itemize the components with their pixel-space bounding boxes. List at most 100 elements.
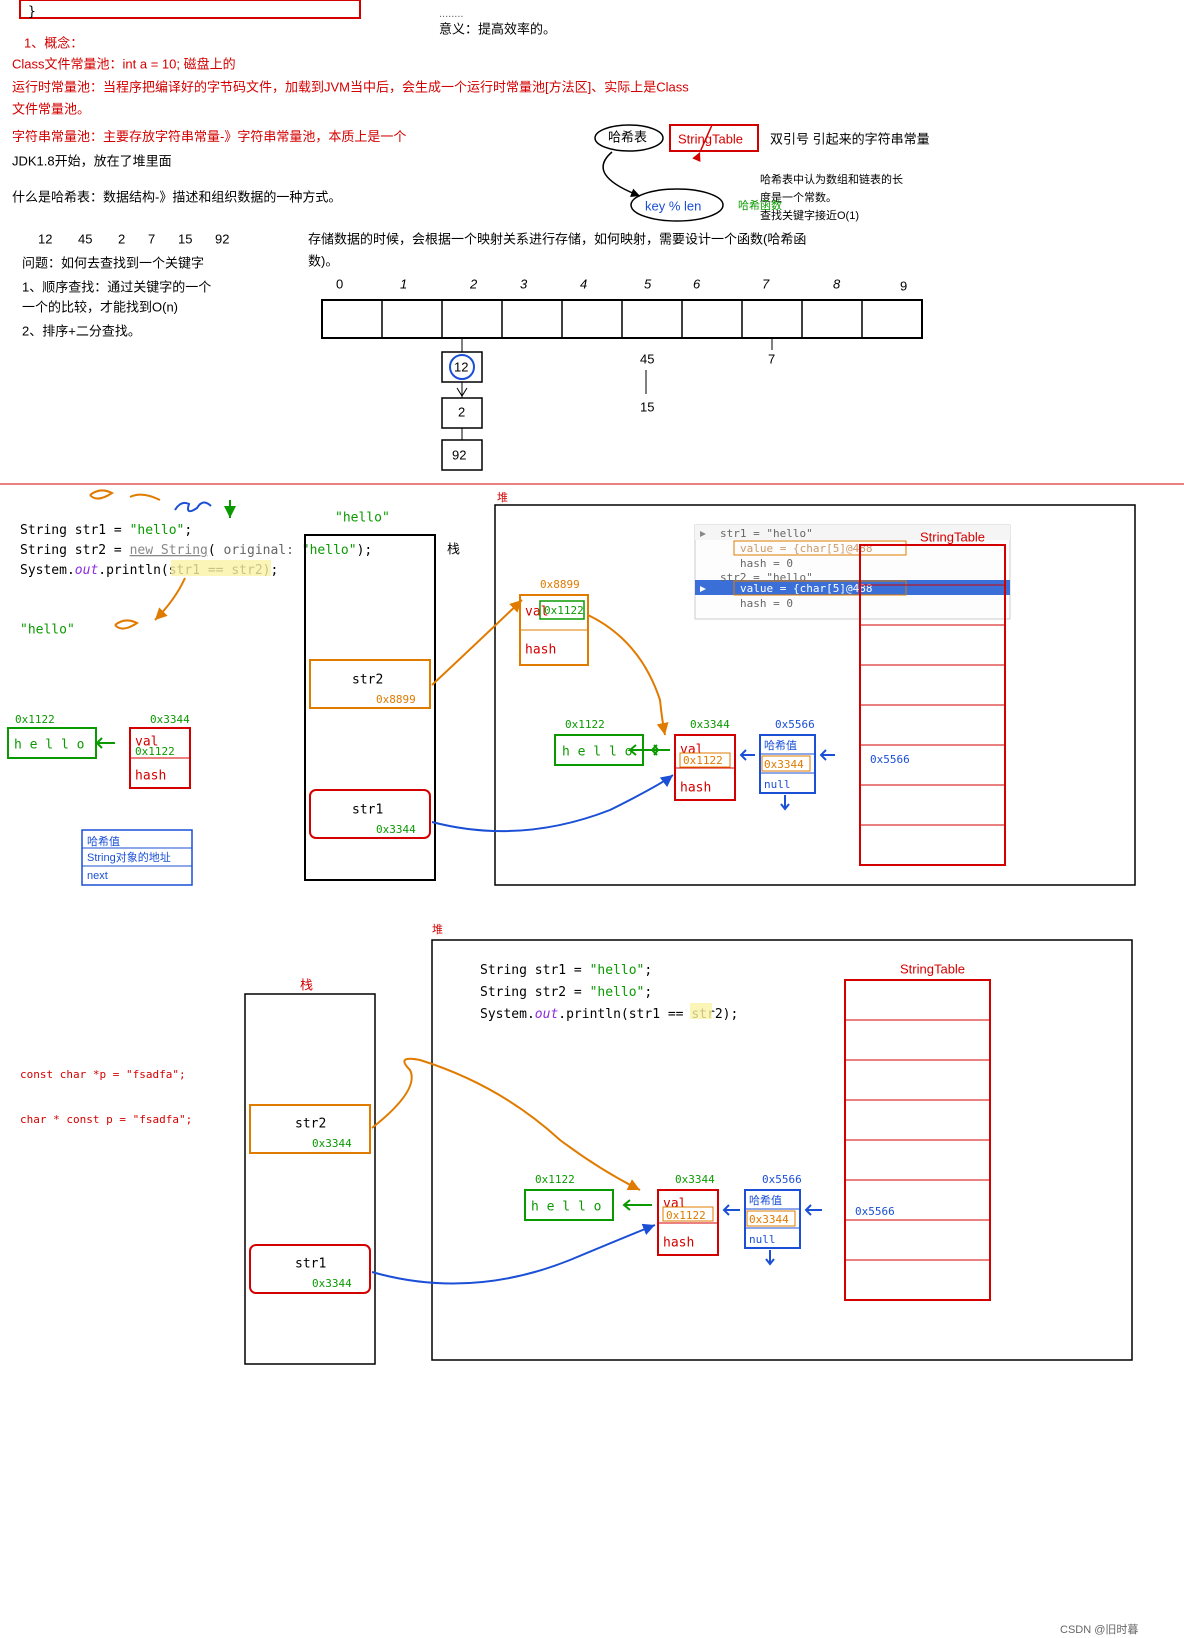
svg-text:字符串常量池：主要存放字符串常量-》字符串常量池，本质上是一: 字符串常量池：主要存放字符串常量-》字符串常量池，本质上是一个 <box>12 129 406 144</box>
svg-text:0x1122: 0x1122 <box>535 1173 575 1186</box>
svg-text:8: 8 <box>833 276 841 291</box>
dots: ........ <box>439 8 463 20</box>
svg-text:null: null <box>764 778 791 791</box>
svg-text:0x5566: 0x5566 <box>762 1173 802 1186</box>
svg-text:2: 2 <box>118 231 125 246</box>
svg-text:StringTable: StringTable <box>900 961 965 976</box>
svg-text:0x5566: 0x5566 <box>775 718 815 731</box>
svg-text:0x3344: 0x3344 <box>749 1213 789 1226</box>
svg-text:key % len: key % len <box>645 198 701 213</box>
svg-text:6: 6 <box>693 276 701 291</box>
svg-text:5: 5 <box>644 276 652 291</box>
svg-text:0x8899: 0x8899 <box>540 578 580 591</box>
svg-text:0x3344: 0x3344 <box>312 1277 352 1290</box>
svg-text:0x3344: 0x3344 <box>690 718 730 731</box>
svg-text:0x3344: 0x3344 <box>675 1173 715 1186</box>
svg-text:哈希值: 哈希值 <box>764 738 797 752</box>
svg-text:2、排序+二分查找。: 2、排序+二分查找。 <box>22 323 141 338</box>
svg-text:存储数据的时候，会根据一个映射关系进行存储，如何映射，需要设: 存储数据的时候，会根据一个映射关系进行存储，如何映射，需要设计一个函数(哈希函 <box>308 231 806 246</box>
svg-text:String str1 = "hello";: String str1 = "hello"; <box>480 963 652 978</box>
svg-text:str1: str1 <box>295 1257 326 1272</box>
svg-text:7: 7 <box>762 276 770 291</box>
svg-text:0x1122: 0x1122 <box>544 604 584 617</box>
svg-text:0x3344: 0x3344 <box>150 713 190 726</box>
svg-text:15: 15 <box>640 399 654 414</box>
svg-text:0x3344: 0x3344 <box>764 758 804 771</box>
svg-text:双引号 引起来的字符串常量: 双引号 引起来的字符串常量 <box>770 131 930 146</box>
svg-text:哈希值: 哈希值 <box>87 834 120 848</box>
str2-lbl: str2 <box>352 673 383 688</box>
hash-arrow <box>603 152 640 196</box>
svg-text:0x1122: 0x1122 <box>683 754 723 767</box>
svg-text:2: 2 <box>469 276 478 291</box>
svg-text:0x8899: 0x8899 <box>376 693 416 706</box>
red-box-top <box>20 0 360 18</box>
svg-text:hash: hash <box>135 769 166 784</box>
svg-text:0x1122: 0x1122 <box>15 713 55 726</box>
svg-text:String str2 = "hello";: String str2 = "hello"; <box>480 985 652 1000</box>
svg-text:3: 3 <box>520 276 528 291</box>
svg-text:堆: 堆 <box>432 923 443 936</box>
svg-text:h e l l o: h e l l o <box>14 738 84 753</box>
svg-text:1、概念：: 1、概念： <box>24 35 83 50</box>
svg-text:1、顺序查找：通过关键字的一个: 1、顺序查找：通过关键字的一个 <box>22 279 211 294</box>
svg-text:char * const p = "fsadfa";: char * const p = "fsadfa"; <box>20 1113 192 1126</box>
meaning: 意义：提高效率的。 <box>439 21 556 36</box>
svg-text:2: 2 <box>458 404 465 419</box>
svg-text:哈希函数: 哈希函数 <box>738 198 782 212</box>
svg-text:运行时常量池：当程序把编译好的字节码文件，加载到JVM当中后: 运行时常量池：当程序把编译好的字节码文件，加载到JVM当中后，会生成一个运行时常… <box>12 79 689 94</box>
diagram2: String str1 = "hello"; String str2 = new… <box>8 490 1135 885</box>
svg-text:next: next <box>87 870 108 882</box>
svg-text:Class文件常量池：int a = 10; 磁盘上的: Class文件常量池：int a = 10; 磁盘上的 <box>12 56 236 71</box>
svg-text:str1 = "hello": str1 = "hello" <box>720 527 813 540</box>
brace: } <box>28 5 36 20</box>
svg-text:const char *p = "fsadfa";: const char *p = "fsadfa"; <box>20 1068 186 1081</box>
svg-text:0x1122: 0x1122 <box>135 745 175 758</box>
svg-text:0x1122: 0x1122 <box>666 1209 706 1222</box>
svg-text:String str2 = new String( orig: String str2 = new String( original: "hel… <box>20 543 372 558</box>
concept-block: 1、概念： Class文件常量池：int a = 10; 磁盘上的 运行时常量池… <box>12 35 930 151</box>
svg-text:0x5566: 0x5566 <box>870 753 910 766</box>
svg-text:9: 9 <box>900 278 907 293</box>
svg-text:"hello": "hello" <box>20 623 75 638</box>
svg-text:问题：如何去查找到一个关键字: 问题：如何去查找到一个关键字 <box>22 255 204 270</box>
svg-text:0x3344: 0x3344 <box>312 1137 352 1150</box>
diagram-canvas: } ........ 意义：提高效率的。 1、概念： Class文件常量池：in… <box>0 0 1184 1638</box>
svg-text:数)。: 数)。 <box>308 253 338 268</box>
svg-text:hash = 0: hash = 0 <box>740 597 793 610</box>
svg-text:7: 7 <box>768 351 775 366</box>
diagram3: 堆 String str1 = "hello"; String str2 = "… <box>20 923 1132 1364</box>
svg-text:哈希表中认为数组和链表的长: 哈希表中认为数组和链表的长 <box>760 172 903 186</box>
svg-text:hash: hash <box>663 1236 694 1251</box>
svg-text:0x1122: 0x1122 <box>565 718 605 731</box>
svg-text:哈希表: 哈希表 <box>608 129 647 144</box>
svg-text:92: 92 <box>215 231 229 246</box>
svg-text:String str1 = "hello";: String str1 = "hello"; <box>20 523 192 538</box>
svg-text:栈: 栈 <box>447 541 460 556</box>
svg-text:什么是哈希表：数据结构-》描述和组织数据的一种方式。: 什么是哈希表：数据结构-》描述和组织数据的一种方式。 <box>12 189 341 204</box>
svg-text:4: 4 <box>580 276 587 291</box>
svg-text:JDK1.8开始，放在了堆里面: JDK1.8开始，放在了堆里面 <box>12 153 172 168</box>
svg-text:堆: 堆 <box>497 491 508 504</box>
svg-text:StringTable: StringTable <box>678 131 743 146</box>
svg-text:栈: 栈 <box>300 977 313 992</box>
svg-text:String对象的地址: String对象的地址 <box>87 850 171 864</box>
svg-text:null: null <box>749 1233 776 1246</box>
svg-text:StringTable: StringTable <box>920 529 985 544</box>
svg-text:h e l l o: h e l l o <box>531 1200 601 1215</box>
svg-text:hash: hash <box>680 781 711 796</box>
numbers: 12 45 2 7 15 92 <box>38 231 229 246</box>
watermark: CSDN @旧时暮 <box>1060 1622 1138 1636</box>
svg-text:value = {char[5]@488: value = {char[5]@488 <box>740 582 872 595</box>
svg-text:文件常量池。: 文件常量池。 <box>12 101 90 116</box>
svg-text:45: 45 <box>640 351 654 366</box>
svg-text:0x5566: 0x5566 <box>855 1205 895 1218</box>
svg-text:0: 0 <box>336 276 343 291</box>
svg-text:str2: str2 <box>295 1117 326 1132</box>
svg-text:value = {char[5]@488: value = {char[5]@488 <box>740 542 872 555</box>
hash-array: 0 1 2 3 4 5 6 7 8 9 12 2 92 45 15 7 <box>322 276 922 470</box>
svg-text:45: 45 <box>78 231 92 246</box>
svg-text:hash: hash <box>525 643 556 658</box>
svg-text:1: 1 <box>400 276 407 291</box>
svg-text:str1: str1 <box>352 803 383 818</box>
